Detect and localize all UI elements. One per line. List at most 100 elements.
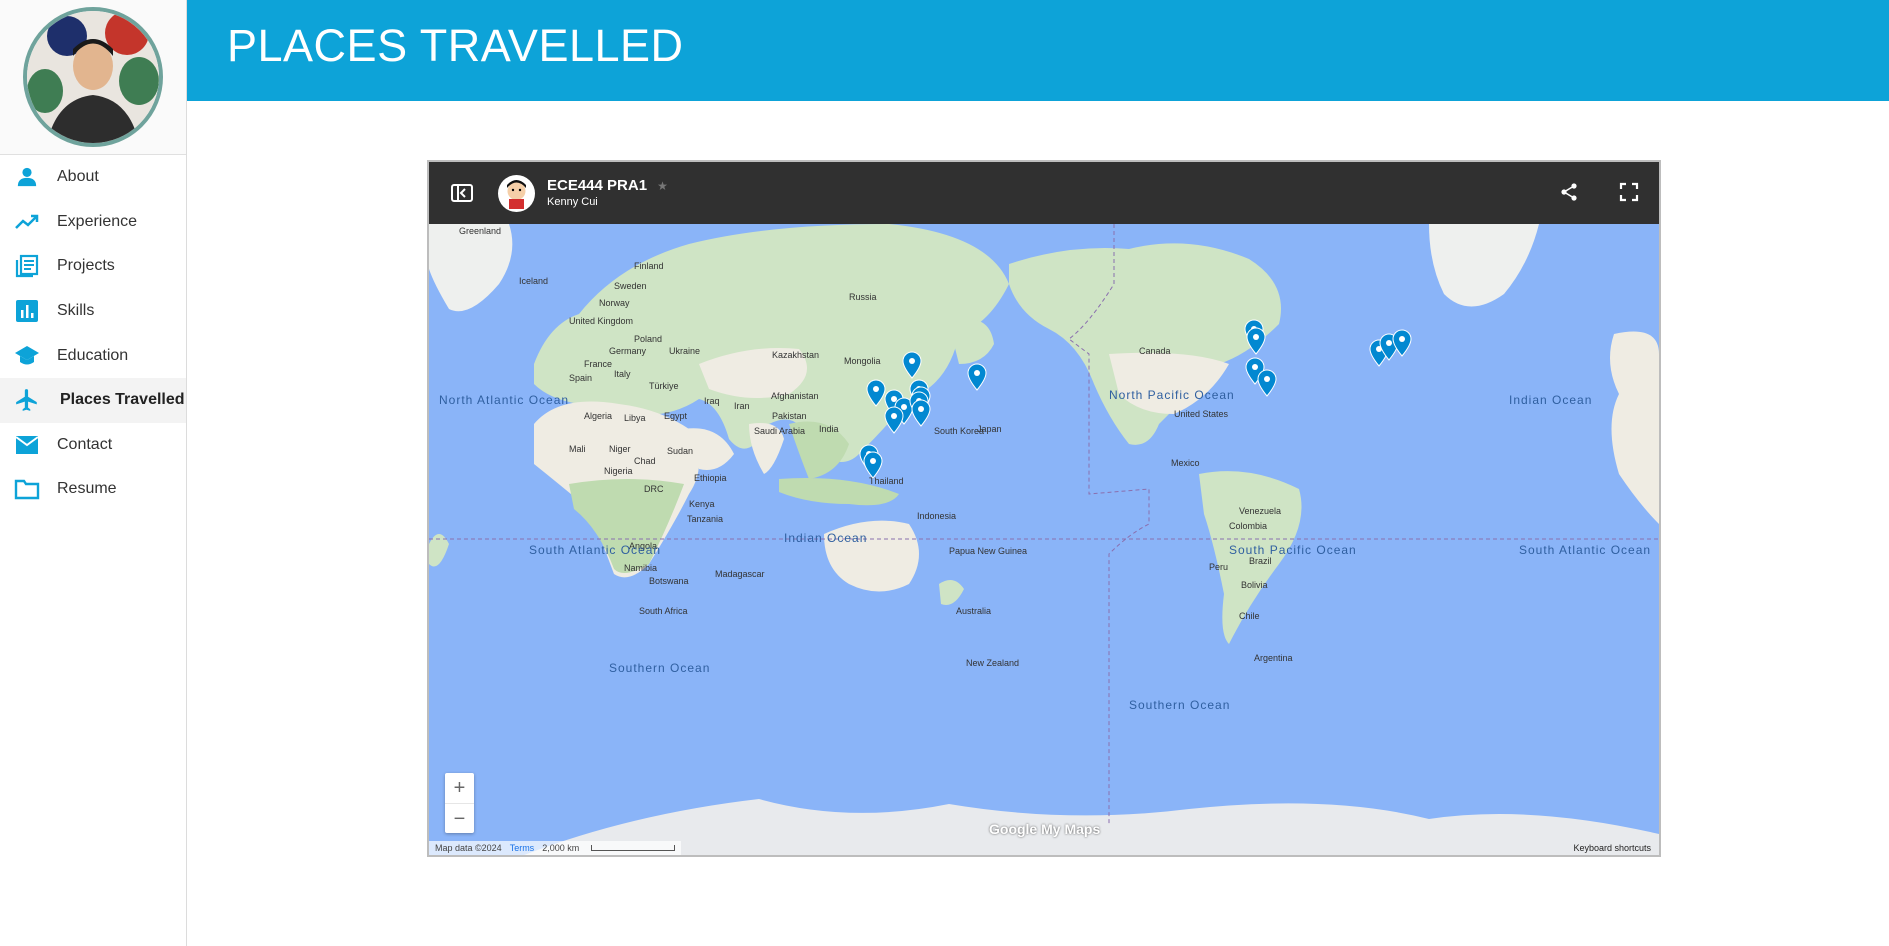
map-place-label: Afghanistan	[771, 391, 819, 401]
sidebar-item-label: Skills	[57, 302, 95, 320]
sidebar-item-projects[interactable]: Projects	[0, 244, 186, 289]
sidebar-item-resume[interactable]: Resume	[0, 467, 186, 512]
world-map[interactable]: Greenland Iceland Finland Sweden Norway Russi…	[429, 224, 1659, 857]
map-place-label: Nigeria	[604, 466, 633, 476]
map-place-label: Mali	[569, 444, 586, 454]
map-place-label: Argentina	[1254, 653, 1293, 663]
map-place-label: Pakistan	[772, 411, 807, 421]
keyboard-shortcuts-link[interactable]: Keyboard shortcuts	[1573, 843, 1651, 853]
map-place-label: Namibia	[624, 563, 657, 573]
map-place-label: Chile	[1239, 611, 1260, 621]
map-place-label: Mexico	[1171, 458, 1200, 468]
map-place-label: Germany	[609, 346, 647, 356]
map-place-label: Madagascar	[715, 569, 765, 579]
sidebar-item-education[interactable]: Education	[0, 333, 186, 378]
map-place-label: Algeria	[584, 411, 612, 421]
map-place-label: Niger	[609, 444, 631, 454]
avatar	[23, 7, 163, 147]
map-brand: Google My Maps	[989, 821, 1101, 837]
person-icon	[14, 164, 40, 190]
map-title: ECE444 PRA1	[547, 177, 648, 194]
zoom-in-button[interactable]: +	[445, 773, 474, 803]
sidebar-item-experience[interactable]: Experience	[0, 200, 186, 245]
map-place-label: Botswana	[649, 576, 689, 586]
map-toolbar: ECE444 PRA1 ★ Kenny Cui	[429, 162, 1659, 224]
share-icon[interactable]	[1559, 182, 1579, 207]
map-place-label: Egypt	[664, 411, 688, 421]
terms-link[interactable]: Terms	[510, 843, 535, 853]
map-place-label: Venezuela	[1239, 506, 1281, 516]
sidebar-item-label: Contact	[57, 435, 113, 453]
map-place-label: Australia	[956, 606, 991, 616]
sidebar-item-contact[interactable]: Contact	[0, 423, 186, 468]
map-ocean-label: North Atlantic Ocean	[439, 393, 569, 407]
article-icon	[14, 253, 40, 279]
sidebar-item-skills[interactable]: Skills	[0, 289, 186, 334]
map-embed[interactable]: ECE444 PRA1 ★ Kenny Cui Greenland Icelan…	[427, 160, 1661, 857]
owner-avatar	[498, 174, 535, 212]
map-place-label: Iran	[734, 401, 750, 411]
map-place-label: France	[584, 359, 612, 369]
map-place-label: Mongolia	[844, 356, 881, 366]
map-ocean-label: Southern Ocean	[609, 661, 710, 675]
map-place-label: Japan	[977, 424, 1002, 434]
map-place-label: Greenland	[459, 226, 501, 236]
map-place-label: Chad	[634, 456, 656, 466]
map-ocean-label: Indian Ocean	[1509, 393, 1592, 407]
sidebar-item-label: Experience	[57, 212, 138, 230]
map-place-label: Sudan	[667, 446, 693, 456]
map-place-label: Iceland	[519, 276, 548, 286]
map-place-label: Kazakhstan	[772, 350, 819, 360]
sidebar: About Experience Projects Skills Educati…	[0, 0, 187, 946]
sidebar-item-label: Education	[57, 346, 129, 364]
map-place-label: United Kingdom	[569, 316, 633, 326]
map-place-label: Kenya	[689, 499, 715, 509]
zoom-controls: + −	[445, 773, 474, 833]
airplane-icon	[14, 387, 40, 413]
sidebar-item-about[interactable]: About	[0, 155, 186, 200]
scale-bar	[591, 845, 676, 851]
map-place-label: Thailand	[869, 476, 904, 486]
sidebar-item-label: Resume	[57, 480, 117, 498]
map-ocean-label: North Pacific Ocean	[1109, 388, 1235, 402]
map-place-label: Bolivia	[1241, 580, 1268, 590]
school-icon	[14, 343, 40, 369]
map-place-label: New Zealand	[966, 658, 1019, 668]
map-place-label: Libya	[624, 413, 646, 423]
map-place-label: Spain	[569, 373, 592, 383]
map-place-label: Ethiopia	[694, 473, 727, 483]
map-place-label: South Africa	[639, 606, 688, 616]
map-place-label: Canada	[1139, 346, 1171, 356]
map-place-label: Ukraine	[669, 346, 700, 356]
scale-label: 2,000 km	[542, 843, 580, 853]
folder-icon	[14, 476, 40, 502]
map-place-label: Peru	[1209, 562, 1228, 572]
map-place-label: Papua New Guinea	[949, 546, 1027, 556]
map-ocean-label: South Atlantic Ocean	[529, 543, 661, 557]
map-place-label: Russia	[849, 292, 877, 302]
nav-menu: About Experience Projects Skills Educati…	[0, 155, 186, 512]
profile-header	[0, 0, 186, 155]
zoom-out-button[interactable]: −	[445, 804, 474, 834]
bar-chart-icon	[14, 298, 40, 324]
fullscreen-icon[interactable]	[1619, 182, 1639, 207]
map-place-label: Italy	[614, 369, 631, 379]
legend-toggle-icon[interactable]	[451, 184, 473, 202]
map-ocean-label: South Pacific Ocean	[1229, 543, 1357, 557]
mail-icon	[14, 432, 40, 458]
sidebar-item-places-travelled[interactable]: Places Travelled	[0, 377, 186, 423]
trending-up-icon	[14, 209, 40, 235]
sidebar-item-label: Projects	[57, 257, 115, 275]
map-ocean-label: Southern Ocean	[1129, 698, 1230, 712]
page-header: PLACES TRAVELLED	[187, 0, 1889, 101]
map-place-label: DRC	[644, 484, 664, 494]
map-place-label: Poland	[634, 334, 662, 344]
map-place-label: Türkiye	[649, 381, 679, 391]
map-ocean-label: Indian Ocean	[784, 531, 867, 545]
map-data-credit: Map data ©2024	[435, 843, 502, 853]
map-place-label: United States	[1174, 409, 1229, 419]
star-icon[interactable]: ★	[657, 180, 668, 192]
map-place-label: Tanzania	[687, 514, 723, 524]
sidebar-item-label: About	[57, 168, 99, 186]
map-place-label: Brazil	[1249, 556, 1272, 566]
